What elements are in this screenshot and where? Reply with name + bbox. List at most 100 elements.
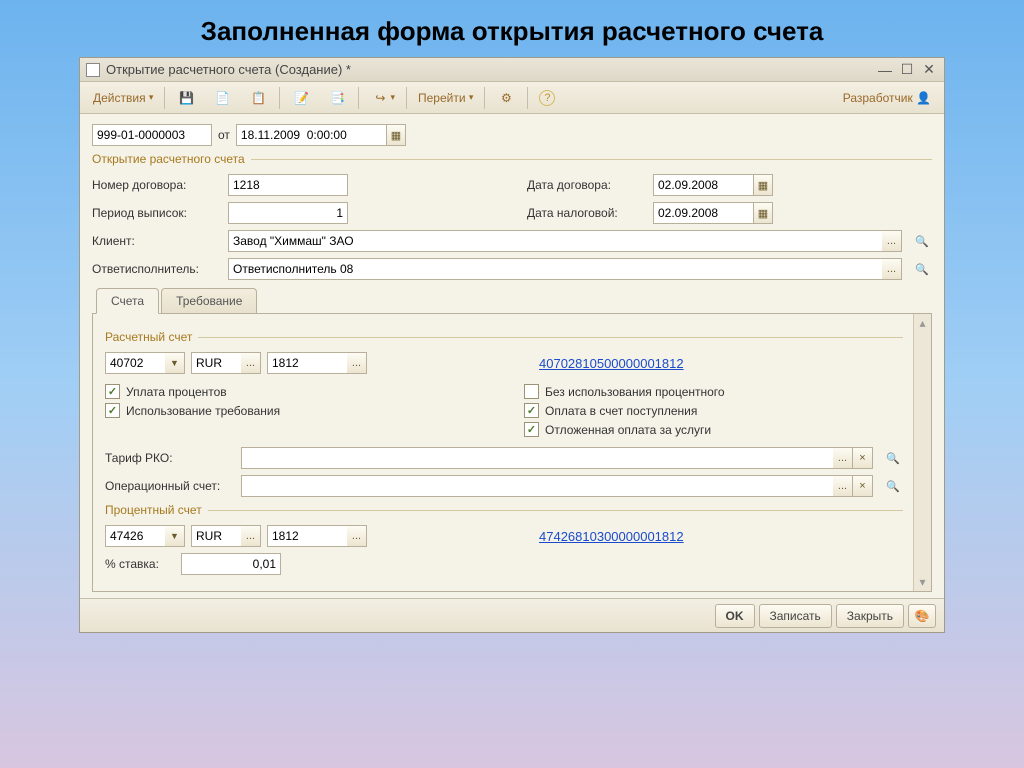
percent-account-link[interactable]: 47426810300000001812 — [539, 529, 684, 544]
goto-label: Перейти — [418, 91, 466, 105]
account-section-title: Расчетный счет — [105, 330, 198, 344]
chk-use-req[interactable] — [105, 403, 120, 418]
chk-no-percent[interactable] — [524, 384, 539, 399]
goto-menu[interactable]: Перейти ▾ — [411, 86, 480, 110]
ellipsis-button[interactable]: ... — [882, 258, 902, 280]
chk-deferred-label: Отложенная оплата за услуги — [545, 423, 711, 437]
tax-date-label: Дата налоговой: — [527, 206, 647, 220]
clear-icon[interactable]: × — [853, 475, 873, 497]
chk-interest[interactable] — [105, 384, 120, 399]
dropdown-icon: ▾ — [390, 92, 395, 103]
rate-input[interactable] — [181, 553, 281, 575]
scrollbar[interactable]: ▴ ▾ — [913, 314, 931, 591]
dropdown-icon: ▾ — [149, 92, 154, 103]
toolbar-icon-2[interactable]: 📄 — [205, 86, 239, 110]
titlebar: Открытие расчетного счета (Создание) * —… — [80, 58, 944, 82]
rate-label: % ставка: — [105, 557, 175, 571]
op-account-input[interactable] — [241, 475, 833, 497]
tab-requirement[interactable]: Требование — [161, 288, 257, 314]
section-open-title: Открытие расчетного счета — [92, 152, 251, 166]
percent-currency-input[interactable] — [191, 525, 241, 547]
client-input[interactable] — [228, 230, 882, 252]
app-window: Открытие расчетного счета (Создание) * —… — [79, 57, 945, 633]
footer-icon-button[interactable]: 🎨 — [908, 604, 936, 628]
account-number-link[interactable]: 40702810500000001812 — [539, 356, 684, 371]
magnifier-icon[interactable]: 🔍 — [883, 475, 903, 497]
percent-code1-input[interactable] — [105, 525, 165, 547]
magnifier-icon[interactable]: 🔍 — [912, 230, 932, 252]
tab-panel-accounts: ▴ ▾ Расчетный счет ▼ ... ... — [92, 313, 932, 592]
ellipsis-button[interactable]: ... — [241, 525, 261, 547]
form-content: от ▦ Открытие расчетного счета Номер дог… — [80, 114, 944, 598]
magnifier-icon[interactable]: 🔍 — [883, 447, 903, 469]
percent-code2-input[interactable] — [267, 525, 347, 547]
tariff-label: Тариф РКО: — [105, 451, 235, 465]
tariff-input[interactable] — [241, 447, 833, 469]
tax-date-input[interactable] — [653, 202, 753, 224]
developer-label: Разработчик — [843, 91, 913, 105]
ellipsis-button[interactable]: ... — [882, 230, 902, 252]
ellipsis-button[interactable]: ... — [347, 352, 367, 374]
chk-use-req-label: Использование требования — [126, 404, 280, 418]
ellipsis-button[interactable]: ... — [347, 525, 367, 547]
statement-period-label: Период выписок: — [92, 206, 222, 220]
contract-num-input[interactable] — [228, 174, 348, 196]
chk-pay-incoming[interactable] — [524, 403, 539, 418]
tab-bar: Счета Требование — [92, 288, 932, 314]
toolbar-icon-4[interactable]: 📝 — [284, 86, 318, 110]
contract-date-label: Дата договора: — [527, 178, 647, 192]
chk-interest-label: Уплата процентов — [126, 385, 227, 399]
close-button[interactable]: Закрыть — [836, 604, 904, 628]
dropdown-icon: ▾ — [469, 92, 474, 103]
executor-input[interactable] — [228, 258, 882, 280]
scroll-down-icon[interactable]: ▾ — [914, 573, 931, 591]
actions-label: Действия — [93, 91, 146, 105]
op-account-label: Операционный счет: — [105, 479, 235, 493]
maximize-button[interactable]: ☐ — [898, 61, 916, 79]
calendar-icon[interactable]: ▦ — [753, 202, 773, 224]
doc-date-input[interactable] — [236, 124, 386, 146]
percent-section-title: Процентный счет — [105, 503, 208, 517]
calendar-icon[interactable]: ▦ — [753, 174, 773, 196]
statement-period-input[interactable] — [228, 202, 348, 224]
account-code1-input[interactable] — [105, 352, 165, 374]
slide-title: Заполненная форма открытия расчетного сч… — [0, 0, 1024, 57]
chk-pay-incoming-label: Оплата в счет поступления — [545, 404, 697, 418]
account-code2-input[interactable] — [267, 352, 347, 374]
ellipsis-button[interactable]: ... — [833, 447, 853, 469]
ok-button[interactable]: OK — [715, 604, 755, 628]
person-icon: 👤 — [916, 91, 931, 105]
scroll-up-icon[interactable]: ▴ — [914, 314, 931, 332]
footer-bar: OK Записать Закрыть 🎨 — [80, 598, 944, 632]
ellipsis-button[interactable]: ... — [833, 475, 853, 497]
toolbar-icon-3[interactable]: 📋 — [241, 86, 275, 110]
toolbar-icon-6[interactable]: ↪▾ — [363, 86, 402, 110]
ellipsis-button[interactable]: ... — [241, 352, 261, 374]
developer-link[interactable]: Разработчик 👤 — [836, 86, 938, 110]
toolbar-icon-7[interactable]: ⚙ — [489, 86, 523, 110]
tab-accounts[interactable]: Счета — [96, 288, 159, 314]
contract-num-label: Номер договора: — [92, 178, 222, 192]
magnifier-icon[interactable]: 🔍 — [912, 258, 932, 280]
actions-menu[interactable]: Действия ▾ — [86, 86, 160, 110]
save-button[interactable]: Записать — [759, 604, 832, 628]
currency-input[interactable] — [191, 352, 241, 374]
calendar-icon[interactable]: ▦ — [386, 124, 406, 146]
dropdown-icon[interactable]: ▼ — [165, 525, 185, 547]
executor-label: Ответисполнитель: — [92, 262, 222, 276]
window-title: Открытие расчетного счета (Создание) * — [106, 62, 872, 77]
app-icon — [86, 63, 100, 77]
minimize-button[interactable]: — — [876, 61, 894, 79]
contract-date-input[interactable] — [653, 174, 753, 196]
client-label: Клиент: — [92, 234, 222, 248]
chk-no-percent-label: Без использования процентного — [545, 385, 725, 399]
toolbar: Действия ▾ 💾 📄 📋 📝 📑 ↪▾ Перейти ▾ ⚙ ? Ра… — [80, 82, 944, 114]
close-window-button[interactable]: ✕ — [920, 61, 938, 79]
help-button[interactable]: ? — [532, 86, 562, 110]
dropdown-icon[interactable]: ▼ — [165, 352, 185, 374]
doc-number-input[interactable] — [92, 124, 212, 146]
toolbar-icon-1[interactable]: 💾 — [169, 86, 203, 110]
toolbar-icon-5[interactable]: 📑 — [320, 86, 354, 110]
clear-icon[interactable]: × — [853, 447, 873, 469]
chk-deferred[interactable] — [524, 422, 539, 437]
